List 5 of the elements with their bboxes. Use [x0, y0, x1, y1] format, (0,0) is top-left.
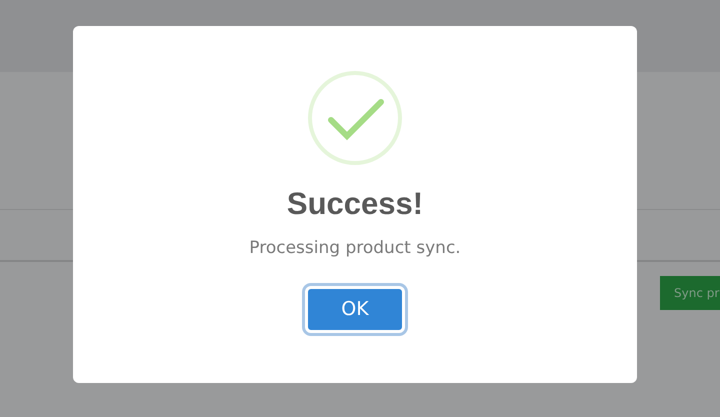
checkmark-icon: [307, 70, 403, 166]
dialog-message: Processing product sync.: [249, 237, 461, 260]
dialog-title: Success!: [286, 185, 424, 222]
ok-button[interactable]: OK: [305, 286, 405, 333]
sync-products-button[interactable]: Sync pr: [660, 276, 720, 310]
